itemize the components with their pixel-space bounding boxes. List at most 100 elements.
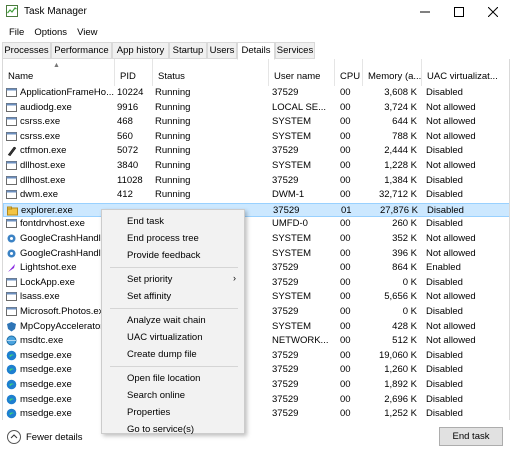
context-menu-item-end-process-tree[interactable]: End process tree [102,230,244,246]
cell-memory: 788 K [392,130,417,142]
context-menu-item-open-file-location[interactable]: Open file location [102,370,244,386]
table-row[interactable]: Microsoft.Photos.ex 37529 00 0 K Disabled [3,305,509,320]
cell-cpu: 00 [340,233,351,244]
end-task-button[interactable]: End task [439,427,503,446]
tab-services[interactable]: Services [275,42,315,59]
cell-memory: 2,696 K [384,393,417,405]
cell-cpu: 00 [340,130,351,142]
table-row[interactable]: lsass.exe SYSTEM 00 5,656 K Not allowed [3,290,509,305]
table-row[interactable]: GoogleCrashHandle SYSTEM 00 396 K Not allowe… [3,247,509,262]
cell-pid: 5072 [117,145,139,157]
column-uac[interactable]: UAC virtualizat... [422,59,509,86]
app-window-icon [6,277,17,287]
context-menu-item-create-dump-file[interactable]: Create dump file [102,346,244,362]
cell-memory: 644 K [392,116,417,128]
table-row[interactable]: csrss.exe 560 Running SYSTEM 00 788 K Not allo… [3,130,509,145]
context-menu-label: Set priority [127,274,173,285]
maximize-button[interactable] [442,0,476,24]
table-row[interactable]: ctfmon.exe 5072 Running 37529 00 2,444 K Disab… [3,144,509,159]
table-row[interactable]: MpCopyAccelerator SYSTEM 00 428 K Not allowe… [3,320,509,335]
chevron-up-icon[interactable] [7,430,21,444]
cell-memory: 0 K [402,276,417,288]
menu-file[interactable]: File [4,27,29,38]
menu-separator [110,366,238,367]
tab-startup[interactable]: Startup [169,42,207,59]
fewer-details-link[interactable]: Fewer details [26,432,83,443]
cell-name: csrss.exe [20,116,61,128]
table-row[interactable]: msdtc.exe NETWORK... 00 512 K Not allowed [3,334,509,349]
cell-memory: 1,228 K [384,160,417,171]
cell-cpu: 00 [340,408,351,420]
table-row[interactable]: LockApp.exe 37529 00 0 K Disabled [3,276,509,291]
cell-status: Running [155,101,191,113]
table-row[interactable]: Lightshot.exe 37529 00 864 K Enabled [3,261,509,276]
window-title: Task Manager [24,6,87,17]
table-row[interactable]: ApplicationFrameHo... 10224 Running 37529 00… [3,86,509,101]
tab-users[interactable]: Users [207,42,237,59]
table-row[interactable]: csrss.exe 468 Running SYSTEM 00 644 K Not allo… [3,115,509,130]
menu-separator [110,308,238,309]
column-name[interactable]: Name [3,59,115,86]
column-memory[interactable]: Memory (a... [363,59,422,86]
column-user-name[interactable]: User name [269,59,335,86]
table-row[interactable]: audiodg.exe 9916 Running LOCAL SE... 00 3,724… [3,101,509,116]
context-menu-item-provide-feedback[interactable]: Provide feedback [102,247,244,263]
cell-uac: Not allowed [426,130,476,142]
table-row[interactable]: msedge.exe 37529 00 1,892 K Disabled [3,378,509,393]
context-menu-item-uac-virtualization[interactable]: UAC virtualization [102,329,244,345]
table-row[interactable]: dwm.exe 412 Running DWM-1 00 32,712 K Disabled [3,188,509,203]
table-row[interactable]: GoogleCrashHandle SYSTEM 00 352 K Not allowe… [3,232,509,247]
context-menu-item-set-priority[interactable]: Set priority › [102,271,244,287]
tab-processes[interactable]: Processes [2,42,51,59]
context-menu-label: Provide feedback [127,250,201,261]
table-row[interactable]: dllhost.exe 11028 Running 37529 00 1,384 K Dis… [3,174,509,189]
pen-icon [7,147,17,157]
menu-options[interactable]: Options [29,27,72,38]
context-menu-item-analyze-wait-chain[interactable]: Analyze wait chain [102,312,244,328]
cell-status: Running [155,189,191,201]
tab-details[interactable]: Details [237,42,275,60]
context-menu-item-properties[interactable]: Properties [102,404,244,420]
tab-performance[interactable]: Performance [51,42,112,59]
cell-user: 37529 [272,408,299,420]
column-cpu[interactable]: CPU [335,59,363,86]
task-manager-icon [6,5,18,17]
context-menu-item-set-affinity[interactable]: Set affinity [102,288,244,304]
context-menu-item-go-to-service-s[interactable]: Go to service(s) [102,421,244,437]
chevron-right-icon: › [233,273,236,283]
table-row[interactable]: dllhost.exe 3840 Running SYSTEM 00 1,228 K Not… [3,159,509,174]
cell-cpu: 00 [340,87,351,98]
edge-icon [6,408,17,419]
column-pid[interactable]: PID [115,59,153,86]
context-menu-label: Search online [127,390,186,401]
cell-uac: Not allowed [426,101,476,113]
cell-memory: 3,724 K [384,101,417,113]
column-status[interactable]: Status [153,59,269,86]
shield-icon [7,321,16,332]
context-menu-item-search-online[interactable]: Search online [102,387,244,403]
app-window-icon [6,307,17,316]
table-row[interactable]: explorer.exe 37529 01 27,876 K Disabled [3,202,509,218]
cell-name: dllhost.exe [20,174,66,186]
cell-uac: Not allowed [426,247,476,259]
cell-memory: 2,444 K [384,145,417,157]
close-icon [488,7,498,17]
cell-cpu: 00 [340,160,351,171]
minimize-button[interactable] [408,0,442,24]
table-row[interactable]: msedge.exe 37529 00 2,696 K Disabled [3,393,509,408]
cell-uac: Disabled [426,145,463,157]
app-window-icon [6,88,17,97]
cell-memory: 5,656 K [384,291,417,303]
tab-app-history[interactable]: App history [112,42,169,59]
cell-name: ctfmon.exe [20,145,67,157]
table-row[interactable]: msedge.exe 37529 00 1,252 K Disabled [3,407,509,420]
table-row[interactable]: msedge.exe 37529 00 19,060 K Disabled [3,349,509,364]
table-row[interactable]: fontdrvhost.exe UMFD-0 00 260 K Disabled [3,217,509,232]
close-button[interactable] [476,0,510,24]
table-row[interactable]: msedge.exe 37529 00 1,260 K Disabled [3,363,509,378]
context-menu-label: End process tree [127,233,199,244]
context-menu-item-end-task[interactable]: End task [102,213,244,229]
cell-cpu: 00 [340,306,351,317]
menu-view[interactable]: View [72,27,102,38]
cell-memory: 396 K [392,247,417,259]
